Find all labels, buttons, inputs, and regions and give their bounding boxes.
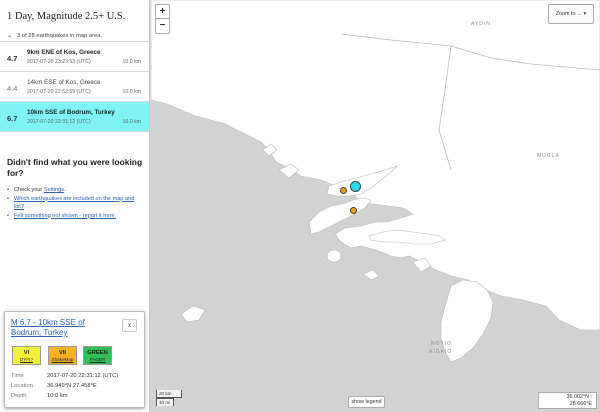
depth-value: 10.0 km [47,393,68,399]
cursor-coordinates: 36.002°N : 28.666°E [538,392,597,409]
dropdown-arrow-icon: ▾ [583,11,587,17]
eq-place: 9km ENE of Kos, Greece [27,49,101,56]
help-item-settings: Check your Settings. [7,186,143,195]
zoom-to-select[interactable]: Zoom to ... ▾ [548,4,594,24]
dyfi-badge[interactable]: VI DYFI? [12,346,41,365]
location-label: Location [11,383,33,389]
eq-time: 2017-07-20 22:52:59 (UTC) [27,89,91,95]
map-label-aigaio: AIGAIO [429,349,453,355]
event-title-link[interactable]: M 6.7 - 10km SSE of Bodrum, Turkey [11,318,115,338]
map-scale-bar: 20 km 10 mi [156,390,186,407]
eq-time: 2017-07-20 23:23:53 (UTC) [27,59,91,65]
list-item-eq-2[interactable]: 4.4 14km ESE of Kos, Greece 2017-07-20 2… [0,72,149,102]
dyfi-intensity: VI [23,350,30,356]
eq-magnitude: 4.4 [7,84,18,93]
mainland-landmass [151,0,600,331]
coord-lon: 28.666°E [569,401,592,407]
quake-marker-m44[interactable] [350,207,357,214]
help-block: Didn't find what you were looking for? C… [7,157,143,220]
zoom-to-label: Zoom to ... [555,11,582,17]
tilos-island [362,269,380,281]
help-settings-prefix: Check your [14,187,44,193]
map-view[interactable]: + − Zoom to ... ▾ AYDIN MUGLA NOTIO AIGA… [151,0,600,412]
scale-km: 20 km [156,390,182,398]
zoom-out-button[interactable]: − [155,19,170,34]
eq-depth: 10.0 km [122,59,141,65]
dyfi-label: DYFI? [19,357,34,362]
map-label-aydin: AYDIN [471,21,491,27]
shakemap-badge[interactable]: VII ShakeMap [48,346,77,365]
eq-magnitude: 6.7 [7,114,18,123]
pager-badge[interactable]: GREEN PAGER [83,346,112,365]
zoom-in-button[interactable]: + [155,4,170,19]
close-button[interactable]: x [122,319,137,332]
scale-mi: 10 mi [156,398,174,406]
eq-depth: 10.0 km [122,119,141,125]
event-summary-card: M 6.7 - 10km SSE of Bodrum, Turkey x VI … [4,311,145,408]
astypalea-island [180,305,206,323]
coord-lat: 36.002°N : [566,394,592,400]
list-summary-toggle[interactable]: ⌄ 3 of 28 earthquakes in map area. [0,26,149,41]
chevron-down-icon: ⌄ [7,33,13,39]
eq-place: 10km SSE of Bodrum, Turkey [27,109,115,116]
map-label-mugla: MUGLA [537,153,560,159]
felt-report-link[interactable]: Felt something not shown - report it her… [14,213,116,219]
included-earthquakes-link[interactable]: Which earthquakes are included on the ma… [14,196,134,211]
help-settings-suffix: . [64,187,66,193]
help-item-included: Which earthquakes are included on the ma… [7,195,143,212]
location-value: 36.949°N 27.458°E [47,383,97,389]
settings-link[interactable]: Settings [44,187,64,193]
time-value: 2017-07-20 22:31:12 (UTC) [47,373,119,379]
eq-time: 2017-07-20 22:31:12 (UTC) [27,119,91,125]
time-label: Time [11,373,24,379]
pager-label: PAGER [89,357,106,362]
shakemap-label: ShakeMap [51,357,74,362]
help-title: Didn't find what you were looking for? [7,157,143,178]
list-item-eq-3-selected[interactable]: 6.7 10km SSE of Bodrum, Turkey 2017-07-2… [0,102,149,132]
pager-alert-level: GREEN [87,350,108,356]
eq-magnitude: 4.7 [7,54,18,63]
shakemap-intensity: VII [58,350,67,356]
map-label-notio: NOTIO [431,341,452,347]
list-title: 1 Day, Magnitude 2.5+ U.S. [7,11,126,22]
show-legend-button[interactable]: show legend [348,396,385,408]
help-item-felt: Felt something not shown - report it her… [7,212,143,221]
help-list: Check your Settings. Which earthquakes a… [7,186,143,220]
eq-depth: 10.0 km [122,89,141,95]
list-item-eq-1[interactable]: 4.7 9km ENE of Kos, Greece 2017-07-20 23… [0,42,149,72]
eq-place: 14km ESE of Kos, Greece [27,79,101,86]
basemap [151,0,600,363]
list-summary-text: 3 of 28 earthquakes in map area. [17,32,103,39]
nisyros-island [326,249,342,263]
quake-marker-m67[interactable] [350,181,361,192]
depth-label: Depth [11,393,27,399]
quake-marker-m47[interactable] [340,187,347,194]
